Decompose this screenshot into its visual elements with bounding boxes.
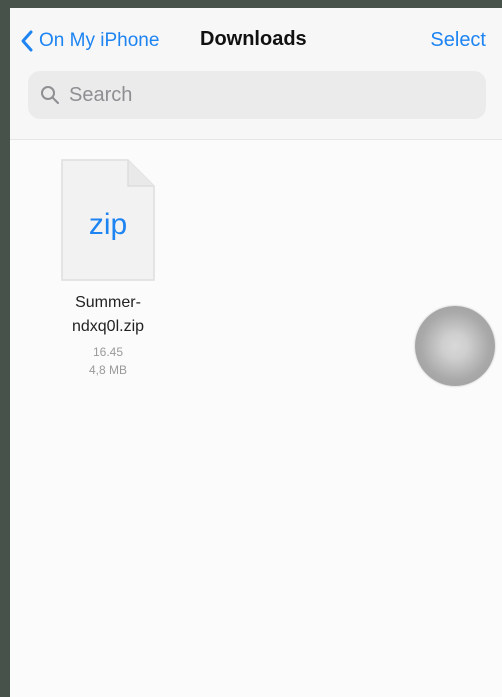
assistive-touch-button[interactable]	[415, 306, 495, 386]
file-type-label: zip	[89, 208, 127, 241]
file-name-line-2: ndxq0l.zip	[71, 318, 145, 335]
file-size: 4,8 MB	[88, 363, 127, 377]
files-screen: On My iPhone Downloads Select zip Summer…	[10, 8, 502, 697]
zip-file-icon: zip	[61, 159, 155, 281]
navigation-header: On My iPhone Downloads Select	[10, 8, 502, 140]
page-title: Downloads	[200, 28, 307, 50]
search-bar[interactable]	[28, 71, 486, 119]
back-button[interactable]: On My iPhone	[20, 26, 159, 56]
search-icon	[41, 86, 59, 104]
search-input[interactable]	[67, 82, 451, 108]
back-label: On My iPhone	[39, 30, 160, 51]
file-name: Summer- ndxq0l.zip	[48, 291, 168, 339]
file-name-line-1: Summer-	[75, 294, 141, 311]
chevron-left-icon	[21, 30, 33, 52]
file-time: 16.45	[92, 345, 124, 359]
select-button[interactable]: Select	[430, 29, 486, 52]
